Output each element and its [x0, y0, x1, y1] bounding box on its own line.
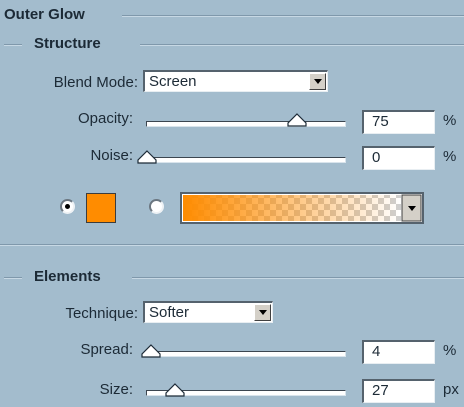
spread-label: Spread: [80, 341, 133, 358]
technique-value: Softer [149, 304, 190, 321]
gradient-picker[interactable] [180, 192, 424, 224]
divider [4, 277, 22, 279]
divider [132, 277, 464, 279]
divider [122, 15, 464, 17]
divider [4, 44, 22, 46]
spread-slider-track[interactable] [146, 351, 346, 357]
noise-unit: % [443, 148, 457, 165]
spread-input[interactable]: 4 [362, 340, 435, 364]
technique-label: Technique: [65, 305, 138, 322]
section-title-structure: Structure [34, 35, 101, 52]
radio-selected-dot [65, 204, 70, 209]
opacity-input[interactable]: 75 [362, 110, 435, 134]
opacity-slider-track[interactable] [146, 121, 346, 127]
solid-color-radio[interactable] [60, 199, 75, 214]
section-title-outer-glow: Outer Glow [4, 6, 85, 23]
chevron-down-icon[interactable] [309, 73, 326, 90]
section-title-elements: Elements [34, 268, 101, 285]
opacity-slider-thumb[interactable] [287, 113, 307, 127]
spread-unit: % [443, 342, 457, 359]
blend-mode-select[interactable]: Screen [143, 70, 328, 92]
opacity-unit: % [443, 112, 457, 129]
blend-mode-label: Blend Mode: [53, 74, 138, 91]
noise-input[interactable]: 0 [362, 146, 435, 170]
divider [140, 44, 464, 46]
divider [0, 244, 464, 246]
noise-label: Noise: [90, 147, 133, 164]
glow-color-swatch[interactable] [86, 193, 116, 223]
technique-select[interactable]: Softer [143, 301, 273, 323]
size-label: Size: [99, 381, 133, 398]
noise-slider-thumb[interactable] [137, 150, 157, 164]
size-unit: px [443, 381, 459, 398]
size-input[interactable]: 27 [362, 379, 435, 403]
spread-slider-thumb[interactable] [141, 344, 161, 358]
opacity-label: Opacity: [77, 110, 133, 127]
gradient-radio[interactable] [149, 199, 164, 214]
chevron-down-icon[interactable] [254, 304, 271, 321]
size-slider-thumb[interactable] [165, 383, 185, 397]
blend-mode-value: Screen [149, 73, 197, 90]
noise-slider-track[interactable] [146, 157, 346, 163]
